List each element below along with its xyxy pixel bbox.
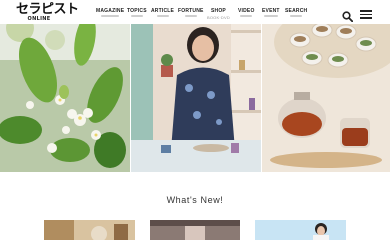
nav-label: SHOP [210, 8, 226, 14]
nav-subtitle-bar [101, 15, 120, 17]
logo-wordmark: セラピスト [16, 2, 79, 17]
article-card-thumbnail[interactable] [150, 220, 240, 240]
nav-article[interactable]: ARTICLE [151, 8, 174, 17]
nav-subtitle-bar [263, 15, 278, 17]
article-card-thumbnail[interactable] [44, 220, 135, 240]
hero-image-citrus-flowers[interactable] [0, 0, 130, 172]
nav-label: EVENT [262, 8, 280, 14]
nav-label: SEARCH [285, 8, 308, 14]
site-logo[interactable]: セラピスト ONLINE [16, 2, 79, 22]
nav-label: VIDEO [238, 8, 255, 14]
nav-event[interactable]: EVENT [262, 8, 280, 17]
hamburger-menu-icon[interactable] [360, 10, 372, 19]
whats-new-heading: What's New! [166, 195, 224, 205]
whats-new-card-list [0, 220, 390, 240]
nav-label: MAGAZINE [96, 8, 125, 14]
nav-fortune[interactable]: FORTUNE [178, 8, 204, 17]
hero-carousel [0, 0, 390, 172]
article-card-thumbnail[interactable] [255, 220, 346, 240]
nav-subtitle-bar [156, 15, 169, 17]
nav-label: FORTUNE [178, 8, 204, 14]
nav-subtitle-bar [240, 15, 253, 17]
nav-search[interactable]: SEARCH [285, 8, 307, 17]
nav-shop-subtitle: BOOK·DVD [207, 15, 230, 20]
search-icon[interactable] [342, 9, 354, 23]
nav-label: TOPICS [127, 8, 147, 14]
hero-image-therapist-portrait[interactable] [131, 0, 261, 172]
nav-video[interactable]: VIDEO [238, 8, 255, 17]
nav-topics[interactable]: TOPICS [127, 8, 147, 17]
nav-subtitle-bar [130, 15, 143, 17]
site-header: セラピスト ONLINE MAGAZINE TOPICS ARTICLE FOR… [0, 0, 390, 24]
hero-image-tea-set[interactable] [262, 0, 390, 172]
nav-subtitle-bar [290, 15, 303, 17]
nav-subtitle-bar [184, 15, 197, 17]
nav-magazine[interactable]: MAGAZINE [96, 8, 124, 17]
nav-label: ARTICLE [151, 8, 175, 14]
nav-shop[interactable]: SHOP BOOK·DVD [207, 8, 230, 21]
